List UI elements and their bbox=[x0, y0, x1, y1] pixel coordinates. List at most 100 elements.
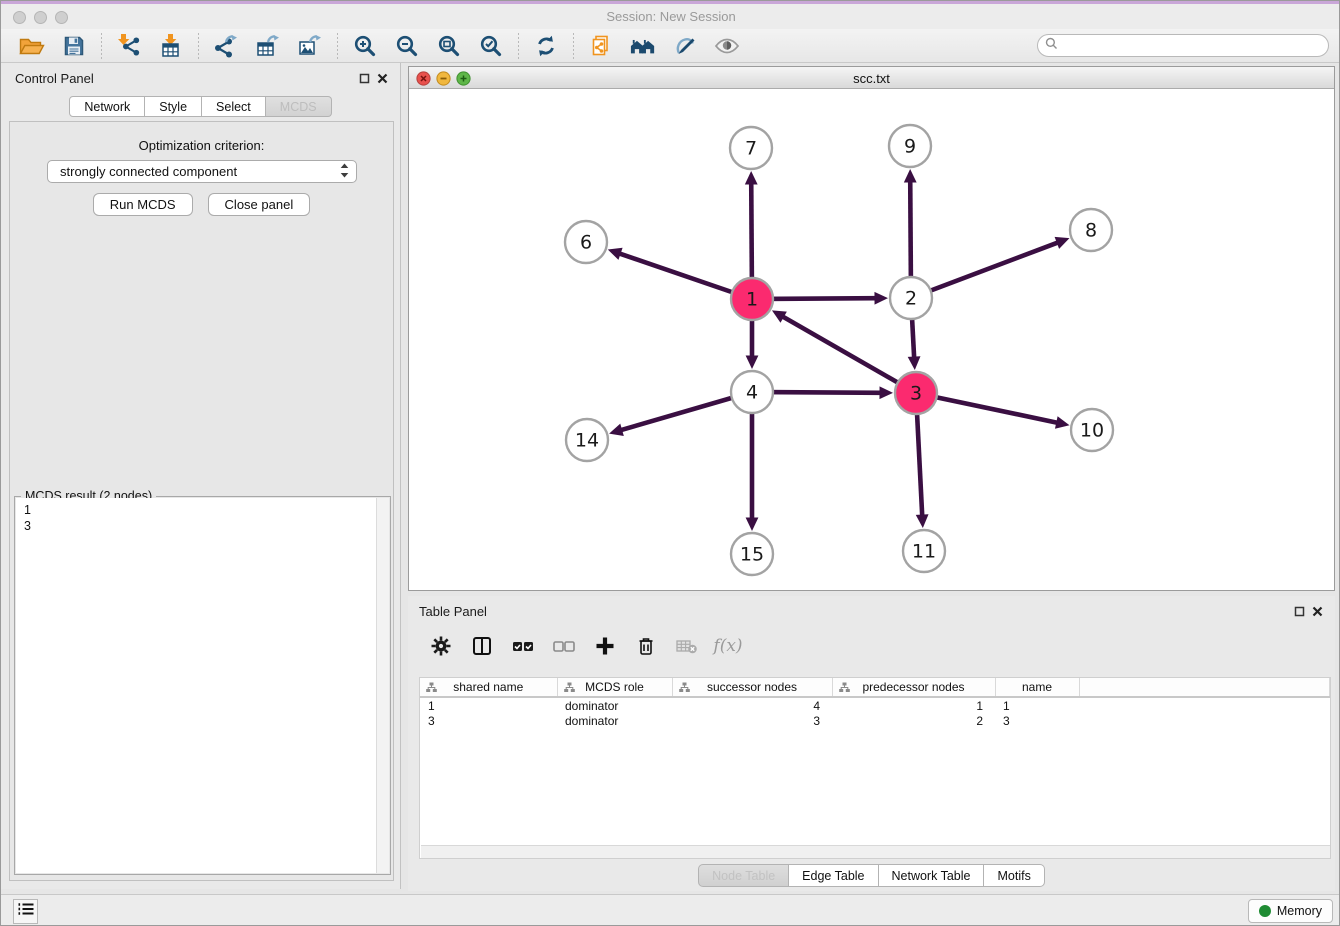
export-table-icon[interactable] bbox=[255, 33, 281, 59]
node-6[interactable]: 6 bbox=[565, 221, 607, 263]
float-panel-icon[interactable] bbox=[359, 71, 370, 89]
tab-style[interactable]: Style bbox=[145, 96, 202, 117]
result-scrollbar[interactable] bbox=[376, 498, 389, 873]
delete-column-icon[interactable] bbox=[632, 632, 660, 660]
window-title: Session: New Session bbox=[1, 9, 1340, 24]
svg-text:8: 8 bbox=[1085, 220, 1097, 242]
column-header-name[interactable]: name bbox=[995, 678, 1079, 697]
tab-select[interactable]: Select bbox=[202, 96, 266, 117]
toolbar-separator bbox=[518, 33, 519, 59]
import-table-icon[interactable] bbox=[158, 33, 184, 59]
node-4[interactable]: 4 bbox=[731, 371, 773, 413]
hierarchy-icon bbox=[679, 682, 690, 696]
mcds-result-textarea[interactable]: 13 bbox=[16, 498, 389, 873]
toolbar-separator bbox=[101, 33, 102, 59]
home-icon[interactable] bbox=[630, 33, 656, 59]
control-panel-title: Control Panel bbox=[15, 71, 94, 86]
node-1[interactable]: 1 bbox=[731, 278, 773, 320]
deselect-all-icon[interactable] bbox=[550, 632, 578, 660]
node-14[interactable]: 14 bbox=[566, 419, 608, 461]
network-file-icon[interactable] bbox=[588, 33, 614, 59]
show-columns-icon[interactable] bbox=[468, 632, 496, 660]
table-cell: 1 bbox=[832, 697, 995, 713]
titlebar: Session: New Session bbox=[1, 4, 1340, 29]
search-field[interactable] bbox=[1037, 34, 1329, 57]
criterion-dropdown[interactable]: strongly connected component bbox=[47, 160, 357, 183]
table-row[interactable]: 1dominator411 bbox=[420, 697, 1330, 713]
close-panel-icon[interactable] bbox=[377, 71, 388, 89]
zoom-fit-icon[interactable] bbox=[436, 33, 462, 59]
svg-text:7: 7 bbox=[745, 138, 757, 160]
hierarchy-icon bbox=[564, 682, 575, 696]
zoom-in-icon[interactable] bbox=[352, 33, 378, 59]
table-tabs: Node TableEdge TableNetwork TableMotifs bbox=[408, 864, 1335, 887]
edge-1-6[interactable] bbox=[608, 248, 752, 299]
save-session-icon[interactable] bbox=[61, 33, 87, 59]
annotation-icon[interactable] bbox=[672, 33, 698, 59]
zoom-selected-icon[interactable] bbox=[478, 33, 504, 59]
tab-network[interactable]: Network bbox=[69, 96, 145, 117]
import-network-icon[interactable] bbox=[116, 33, 142, 59]
svg-text:14: 14 bbox=[575, 430, 599, 452]
open-session-icon[interactable] bbox=[19, 33, 45, 59]
table-panel: Table Panel f(x) shared nameMCDS rolesuc… bbox=[408, 596, 1335, 891]
svg-text:2: 2 bbox=[905, 288, 917, 310]
network-window-titlebar[interactable]: scc.txt bbox=[409, 67, 1334, 89]
svg-text:10: 10 bbox=[1080, 420, 1104, 442]
node-15[interactable]: 15 bbox=[731, 533, 773, 575]
function-builder-icon[interactable]: f(x) bbox=[714, 632, 742, 660]
delete-table-icon[interactable] bbox=[673, 632, 701, 660]
node-8[interactable]: 8 bbox=[1070, 209, 1112, 251]
edge-3-10[interactable] bbox=[916, 393, 1069, 429]
search-input[interactable] bbox=[1058, 38, 1328, 54]
table-panel-title: Table Panel bbox=[419, 604, 487, 619]
column-header-shared-name[interactable]: shared name bbox=[420, 678, 557, 697]
tab-node-table[interactable]: Node Table bbox=[698, 864, 789, 887]
chevron-updown-icon bbox=[339, 162, 350, 182]
refresh-layout-icon[interactable] bbox=[533, 33, 559, 59]
tab-edge-table[interactable]: Edge Table bbox=[789, 864, 878, 887]
edge-3-1[interactable] bbox=[772, 310, 916, 393]
table-row[interactable]: 3dominator323 bbox=[420, 713, 1330, 729]
table-hscrollbar[interactable] bbox=[421, 845, 1331, 858]
float-panel-icon[interactable] bbox=[1294, 604, 1305, 622]
create-column-icon[interactable] bbox=[591, 632, 619, 660]
node-10[interactable]: 10 bbox=[1071, 409, 1113, 451]
task-history-button[interactable] bbox=[13, 899, 38, 924]
node-11[interactable]: 11 bbox=[903, 530, 945, 572]
tab-network-table[interactable]: Network Table bbox=[879, 864, 985, 887]
export-image-icon[interactable] bbox=[297, 33, 323, 59]
control-panel-tabs: NetworkStyleSelectMCDS bbox=[1, 96, 400, 117]
network-graph: 7 9 6 8 1 2 4 3 14 10 15 11 bbox=[409, 90, 1334, 590]
result-line: 1 bbox=[24, 502, 31, 518]
svg-text:6: 6 bbox=[580, 232, 592, 254]
edge-4-14[interactable] bbox=[609, 392, 752, 436]
show-graphics-icon[interactable] bbox=[714, 33, 740, 59]
toolbar-separator bbox=[337, 33, 338, 59]
node-7[interactable]: 7 bbox=[730, 127, 772, 169]
memory-button[interactable]: Memory bbox=[1248, 899, 1333, 923]
close-panel-button[interactable]: Close panel bbox=[208, 193, 311, 216]
toolbar-separator bbox=[198, 33, 199, 59]
criterion-dropdown-value: strongly connected component bbox=[60, 164, 339, 179]
column-header-MCDS-role[interactable]: MCDS role bbox=[557, 678, 672, 697]
table-options-icon[interactable] bbox=[427, 632, 455, 660]
node-3[interactable]: 3 bbox=[895, 372, 937, 414]
tab-motifs[interactable]: Motifs bbox=[984, 864, 1044, 887]
table-cell: dominator bbox=[557, 697, 672, 713]
table-cell: dominator bbox=[557, 713, 672, 729]
column-header-successor-nodes[interactable]: successor nodes bbox=[672, 678, 832, 697]
network-canvas[interactable]: 7 9 6 8 1 2 4 3 14 10 15 11 bbox=[409, 90, 1334, 590]
column-header-predecessor-nodes[interactable]: predecessor nodes bbox=[832, 678, 995, 697]
zoom-out-icon[interactable] bbox=[394, 33, 420, 59]
tab-mcds[interactable]: MCDS bbox=[266, 96, 332, 117]
node-9[interactable]: 9 bbox=[889, 125, 931, 167]
close-panel-icon[interactable] bbox=[1312, 604, 1323, 622]
table-cell: 3 bbox=[420, 713, 557, 729]
run-mcds-button[interactable]: Run MCDS bbox=[93, 193, 193, 216]
select-all-icon[interactable] bbox=[509, 632, 537, 660]
export-network-icon[interactable] bbox=[213, 33, 239, 59]
edge-2-8[interactable] bbox=[911, 237, 1069, 298]
node-2[interactable]: 2 bbox=[890, 277, 932, 319]
result-line: 3 bbox=[24, 518, 31, 534]
